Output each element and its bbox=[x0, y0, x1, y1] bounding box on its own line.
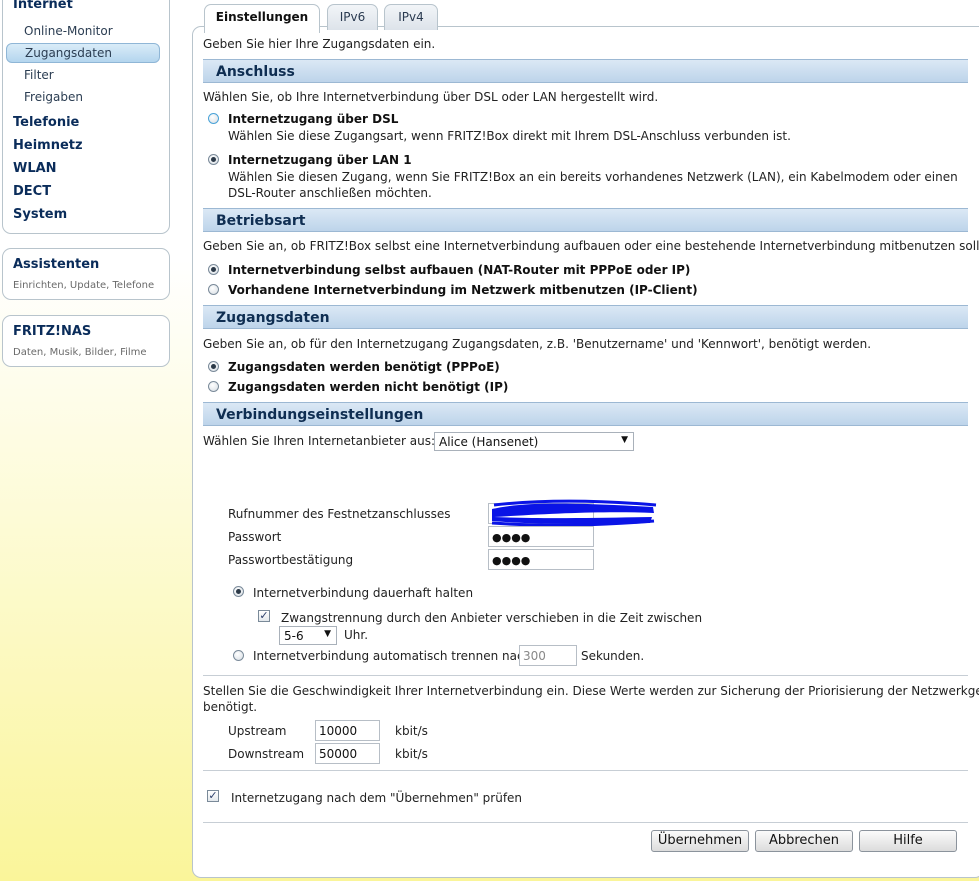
nav-online-monitor[interactable]: Online-Monitor bbox=[24, 24, 113, 38]
radio-dsl[interactable] bbox=[208, 113, 219, 124]
label-ip[interactable]: Zugangsdaten werden nicht benötigt (IP) bbox=[228, 380, 508, 394]
radio-pppoe[interactable] bbox=[208, 361, 219, 372]
passwort-input[interactable]: ●●●● bbox=[488, 526, 594, 547]
uhr-label: Uhr. bbox=[344, 628, 369, 642]
provider-select[interactable]: Alice (Hansenet) ▼ bbox=[434, 432, 634, 451]
lan-desc-1: Wählen Sie diesen Zugang, wenn Sie FRITZ… bbox=[228, 170, 958, 184]
divider bbox=[203, 770, 968, 771]
radio-dauerhaft[interactable] bbox=[233, 586, 244, 597]
section-anschluss: Anschluss bbox=[203, 59, 968, 83]
help-button[interactable]: Hilfe bbox=[859, 830, 957, 852]
redaction-scribble-icon bbox=[491, 499, 657, 527]
label-zwangstrennung[interactable]: Zwangstrennung durch den Anbieter versch… bbox=[281, 611, 702, 625]
checkbox-pruefen[interactable]: ✓ bbox=[207, 790, 219, 802]
radio-auto-trennen[interactable] bbox=[233, 650, 244, 661]
nav-assistenten-desc: Einrichten, Update, Telefone bbox=[13, 280, 155, 291]
downstream-unit: kbit/s bbox=[395, 747, 428, 761]
nav-fritznas-desc: Daten, Musik, Bilder, Filme bbox=[13, 347, 147, 358]
radio-ip[interactable] bbox=[208, 381, 219, 392]
nav-system[interactable]: System bbox=[13, 207, 67, 222]
speed-desc-2: benötigt. bbox=[203, 700, 258, 714]
nav-filter[interactable]: Filter bbox=[24, 68, 54, 82]
lan-desc-2: DSL-Router anschließen möchten. bbox=[228, 186, 432, 200]
auto-trennen-input[interactable]: 300 bbox=[519, 645, 577, 666]
label-dsl[interactable]: Internetzugang über DSL bbox=[228, 112, 398, 126]
passwort-label: Passwort bbox=[228, 530, 282, 544]
section-betriebsart: Betriebsart bbox=[203, 208, 968, 232]
upstream-unit: kbit/s bbox=[395, 724, 428, 738]
passwortbestaetigung-input[interactable]: ●●●● bbox=[488, 549, 594, 570]
radio-nat-router[interactable] bbox=[208, 264, 219, 275]
tab-einstellungen[interactable]: Einstellungen bbox=[204, 4, 320, 33]
nav-nas-box[interactable] bbox=[2, 315, 170, 367]
nav-wlan[interactable]: WLAN bbox=[13, 161, 57, 176]
chevron-down-icon: ▼ bbox=[324, 629, 331, 639]
anschluss-desc: Wählen Sie, ob Ihre Internetverbindung ü… bbox=[203, 90, 659, 104]
divider bbox=[203, 822, 968, 823]
upstream-input[interactable]: 10000 bbox=[315, 720, 380, 741]
upstream-label: Upstream bbox=[228, 724, 287, 738]
nav-telefonie[interactable]: Telefonie bbox=[13, 115, 79, 130]
section-zugangsdaten: Zugangsdaten bbox=[203, 305, 968, 329]
sekunden-label: Sekunden. bbox=[581, 649, 645, 663]
speed-desc-1: Stellen Sie die Geschwindigkeit Ihrer In… bbox=[203, 684, 979, 698]
downstream-label: Downstream bbox=[228, 747, 305, 761]
intro-text: Geben Sie hier Ihre Zugangsdaten ein. bbox=[203, 37, 436, 51]
label-lan[interactable]: Internetzugang über LAN 1 bbox=[228, 153, 412, 167]
nav-freigaben[interactable]: Freigaben bbox=[24, 90, 83, 104]
tab-ipv4[interactable]: IPv4 bbox=[384, 4, 438, 30]
label-dauerhaft[interactable]: Internetverbindung dauerhaft halten bbox=[253, 586, 473, 600]
nav-assist-box[interactable] bbox=[2, 248, 170, 300]
nav-fritznas[interactable]: FRITZ!NAS bbox=[13, 324, 91, 339]
label-ip-client[interactable]: Vorhandene Internetverbindung im Netzwer… bbox=[228, 283, 698, 297]
radio-ip-client[interactable] bbox=[208, 284, 219, 295]
rufnummer-label: Rufnummer des Festnetzanschlusses bbox=[228, 507, 451, 521]
chevron-down-icon: ▼ bbox=[621, 435, 628, 445]
dsl-desc: Wählen Sie diese Zugangsart, wenn FRITZ!… bbox=[228, 129, 791, 143]
nav-assistenten[interactable]: Assistenten bbox=[13, 257, 99, 272]
radio-lan[interactable] bbox=[208, 154, 219, 165]
nav-dect[interactable]: DECT bbox=[13, 184, 51, 199]
label-pruefen[interactable]: Internetzugang nach dem "Übernehmen" prü… bbox=[231, 791, 522, 805]
betriebsart-desc: Geben Sie an, ob FRITZ!Box selbst eine I… bbox=[203, 239, 979, 253]
passwortbestaetigung-label: Passwortbestätigung bbox=[228, 553, 354, 567]
zugangsdaten-desc: Geben Sie an, ob für den Internetzugang … bbox=[203, 337, 872, 351]
downstream-input[interactable]: 50000 bbox=[315, 743, 380, 764]
nav-internet[interactable]: Internet bbox=[13, 0, 73, 12]
nav-heimnetz[interactable]: Heimnetz bbox=[13, 138, 83, 153]
nav-zugangsdaten[interactable]: Zugangsdaten bbox=[6, 43, 160, 63]
zeit-value: 5-6 bbox=[284, 629, 304, 643]
apply-button[interactable]: Übernehmen bbox=[651, 830, 749, 852]
label-pppoe[interactable]: Zugangsdaten werden benötigt (PPPoE) bbox=[228, 360, 500, 374]
cancel-button[interactable]: Abbrechen bbox=[755, 830, 853, 852]
provider-value: Alice (Hansenet) bbox=[439, 435, 539, 449]
provider-label: Wählen Sie Ihren Internetanbieter aus: bbox=[203, 434, 435, 448]
label-auto-trennen[interactable]: Internetverbindung automatisch trennen n… bbox=[253, 649, 531, 663]
label-nat-router[interactable]: Internetverbindung selbst aufbauen (NAT-… bbox=[228, 263, 690, 277]
tab-ipv6[interactable]: IPv6 bbox=[327, 4, 378, 30]
zeit-select[interactable]: 5-6 ▼ bbox=[279, 626, 337, 645]
divider bbox=[203, 675, 968, 676]
checkbox-zwangstrennung[interactable]: ✓ bbox=[258, 610, 270, 622]
section-verbindungseinstellungen: Verbindungseinstellungen bbox=[203, 402, 968, 426]
